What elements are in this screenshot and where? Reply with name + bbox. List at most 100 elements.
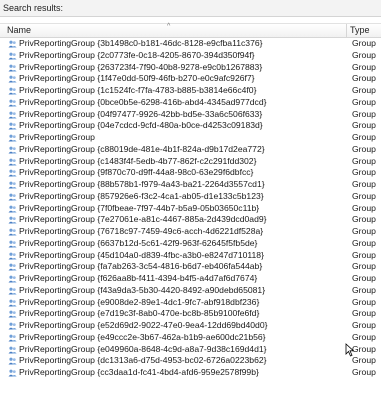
row-type: Group [352, 73, 376, 84]
row-type: Group [352, 202, 376, 213]
group-icon [8, 299, 17, 306]
row-type: Group [352, 249, 376, 260]
row-name: PrivReportingGroup {3b1498c0-b181-46dc-8… [19, 38, 263, 48]
row-name: PrivReportingGroup {9f870c70-d9ff-44a8-9… [19, 167, 254, 178]
column-header: Name ^ Type [0, 23, 381, 38]
group-icon [8, 346, 17, 353]
row-type: Group [352, 155, 376, 166]
row-type: Group [352, 355, 376, 366]
group-icon [8, 158, 17, 165]
column-header-name[interactable]: Name [7, 24, 31, 37]
table-row[interactable]: PrivReportingGroup {f43a9da3-5b30-4420-8… [0, 285, 381, 297]
group-icon [8, 64, 17, 71]
row-name: PrivReportingGroup {f626aa8b-f411-4394-b… [19, 273, 258, 283]
row-type: Group [352, 143, 376, 154]
table-row[interactable]: PrivReportingGroup {c88019de-481e-4b1f-8… [0, 144, 381, 156]
table-row[interactable]: PrivReportingGroup {6637b12d-5c61-42f9-9… [0, 238, 381, 250]
row-name: PrivReportingGroup {857926e6-f3c2-4ca1-a… [19, 190, 264, 201]
row-type: Group [352, 226, 376, 236]
table-row[interactable]: PrivReportingGroup {fa7ab263-3c54-4816-b… [0, 261, 381, 273]
group-icon [8, 75, 17, 83]
group-icon [8, 169, 17, 177]
group-icon [8, 111, 17, 118]
column-separator[interactable] [346, 24, 347, 37]
table-row[interactable]: PrivReportingGroup {3b1498c0-b181-46dc-8… [0, 38, 381, 50]
row-type: Group [352, 273, 376, 283]
table-row[interactable]: PrivReportingGroup {e049960a-8648-4c9d-a… [0, 344, 381, 356]
table-row[interactable]: PrivReportingGroup {88b578b1-f979-4a43-b… [0, 179, 381, 191]
row-type: Group [352, 167, 376, 178]
row-name: PrivReportingGroup {e49ccc2e-3b67-462a-b… [19, 331, 266, 342]
group-icon [8, 275, 17, 283]
row-name: PrivReportingGroup {1f47e0dd-50f9-46fb-b… [19, 73, 255, 84]
group-icon [8, 240, 17, 248]
row-name: PrivReportingGroup {dc1313a6-d75d-4953-b… [19, 355, 267, 366]
row-name: PrivReportingGroup {88b578b1-f979-4a43-b… [19, 179, 265, 189]
table-row[interactable]: PrivReportingGroup {1c1524fc-f7fa-4783-b… [0, 85, 381, 97]
group-icon [8, 193, 17, 201]
row-name: PrivReportingGroup {7f0fbeae-7f97-44b7-b… [19, 202, 260, 213]
table-row[interactable]: PrivReportingGroup {857926e6-f3c2-4ca1-a… [0, 191, 381, 203]
group-icon [8, 310, 17, 318]
group-icon [8, 134, 17, 142]
table-row[interactable]: PrivReportingGroup {dc1313a6-d75d-4953-b… [0, 355, 381, 367]
row-type: Group [352, 320, 376, 330]
group-icon [8, 357, 17, 365]
mouse-cursor-icon [345, 343, 355, 357]
group-icon [8, 228, 17, 236]
row-type: Group [352, 367, 376, 377]
table-row[interactable]: PrivReportingGroup {e49ccc2e-3b67-462a-b… [0, 332, 381, 344]
column-header-type[interactable]: Type [350, 24, 370, 37]
table-row[interactable]: PrivReportingGroup {1f47e0dd-50f9-46fb-b… [0, 73, 381, 85]
table-row[interactable]: PrivReportingGroup {04e7cdcd-9cfd-480a-b… [0, 120, 381, 132]
group-icon [8, 205, 17, 212]
search-results-bar: Search results: [0, 0, 381, 17]
row-type: Group [352, 96, 376, 107]
row-type: Group [352, 190, 376, 201]
row-type: Group [352, 284, 376, 295]
group-icon [8, 252, 17, 259]
table-row[interactable]: PrivReportingGroup {f626aa8b-f411-4394-b… [0, 273, 381, 285]
row-name: PrivReportingGroup {0bce0b5e-6298-416b-a… [19, 96, 267, 107]
table-row[interactable]: PrivReportingGroup {e9008de2-89e1-4dc1-9… [0, 297, 381, 309]
table-row[interactable]: PrivReportingGroup {263723f4-7f90-40b8-9… [0, 62, 381, 74]
table-row[interactable]: PrivReportingGroup {7e27061e-a81c-4467-8… [0, 214, 381, 226]
row-type: Group [352, 38, 376, 48]
row-type: Group [352, 61, 376, 72]
group-icon [8, 122, 17, 130]
table-row[interactable]: PrivReportingGroup {9f870c70-d9ff-44a8-9… [0, 167, 381, 179]
row-name: PrivReportingGroup {7e27061e-a81c-4467-8… [19, 214, 267, 225]
row-name: PrivReportingGroup {04f97477-9926-42bb-b… [19, 108, 263, 119]
row-type: Group [352, 331, 376, 342]
table-row[interactable]: PrivReportingGroup {76718c97-7459-49c6-a… [0, 226, 381, 238]
table-row[interactable]: PrivReportingGroup {04f97477-9926-42bb-b… [0, 109, 381, 121]
table-row[interactable]: PrivReportingGroup Group [0, 132, 381, 144]
table-row[interactable]: PrivReportingGroup {c1483f4f-5edb-4b77-8… [0, 156, 381, 168]
row-type: Group [352, 85, 376, 95]
row-name: PrivReportingGroup {e52d69d2-9022-47e0-9… [19, 320, 268, 330]
group-icon [8, 334, 17, 342]
row-name: PrivReportingGroup {76718c97-7459-49c6-a… [19, 226, 264, 236]
table-row[interactable]: PrivReportingGroup {2c0773fe-0c18-4205-8… [0, 50, 381, 62]
row-type: Group [352, 132, 376, 142]
group-icon [8, 369, 17, 377]
table-row[interactable]: PrivReportingGroup {e7d19c3f-8ab0-470e-b… [0, 308, 381, 320]
row-name: PrivReportingGroup {cc3daa1d-fc41-4bd4-a… [19, 367, 259, 377]
group-icon [8, 322, 17, 330]
row-name: PrivReportingGroup {2c0773fe-0c18-4205-8… [19, 49, 255, 60]
row-name: PrivReportingGroup {f43a9da3-5b30-4420-8… [19, 284, 266, 295]
table-row[interactable]: PrivReportingGroup {7f0fbeae-7f97-44b7-b… [0, 203, 381, 215]
table-row[interactable]: PrivReportingGroup {0bce0b5e-6298-416b-a… [0, 97, 381, 109]
group-icon [8, 99, 17, 107]
row-type: Group [352, 49, 376, 60]
row-name: PrivReportingGroup {45d104a0-d839-4fbc-a… [19, 249, 264, 260]
row-type: Group [352, 261, 376, 272]
table-row[interactable]: PrivReportingGroup {e52d69d2-9022-47e0-9… [0, 320, 381, 332]
group-icon [8, 216, 17, 224]
results-list[interactable]: Name ^ Type PrivReportingGroup {3b1498c0… [0, 17, 381, 400]
table-row[interactable]: PrivReportingGroup {cc3daa1d-fc41-4bd4-a… [0, 367, 381, 379]
row-name: PrivReportingGroup {e7d19c3f-8ab0-470e-b… [19, 308, 260, 319]
table-row[interactable]: PrivReportingGroup {45d104a0-d839-4fbc-a… [0, 250, 381, 262]
search-results-label: Search results: [3, 3, 64, 13]
group-icon [8, 263, 17, 271]
